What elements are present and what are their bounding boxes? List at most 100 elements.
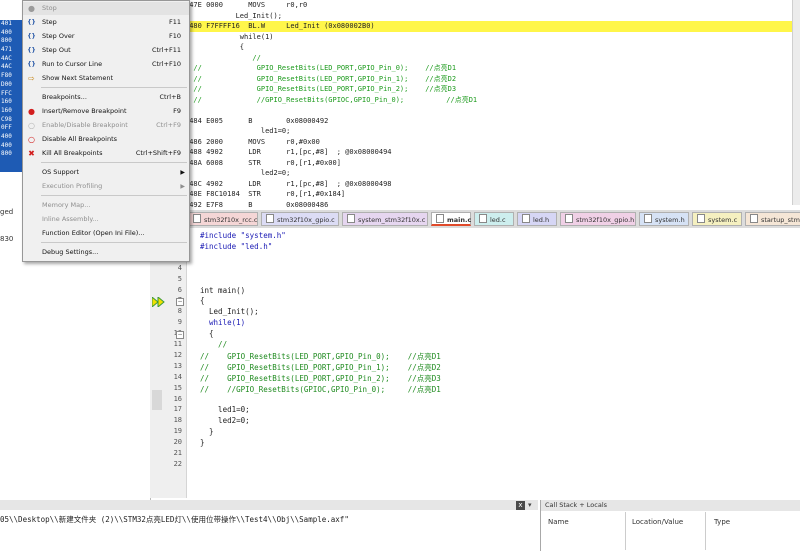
tab-led-c[interactable]: led.c — [474, 212, 514, 226]
register-row[interactable]: 0FF — [0, 124, 22, 133]
menu-item-step-over[interactable]: {} Step Over F10 — [23, 30, 189, 43]
disassembly-line[interactable]: 0488 4902 LDR r1,[pc,#8] ; @0x08000494 — [185, 147, 800, 158]
menu-item-function-editor-open-ini-file[interactable]: Function Editor (Open Ini File)... — [23, 227, 189, 240]
code-line[interactable]: } — [200, 438, 205, 447]
code-line[interactable]: { — [200, 329, 214, 338]
disassembly-line[interactable]: // GPIO_ResetBits(LED_PORT,GPIO_Pin_2); … — [185, 84, 800, 95]
fold-toggle-icon[interactable]: − — [176, 331, 184, 340]
disassembly-line[interactable]: 0486 2000 MOVS r0,#0x00 — [185, 137, 800, 148]
register-row[interactable]: F80 — [0, 72, 22, 81]
disassembly-line[interactable] — [185, 105, 800, 116]
disassembly-line[interactable]: 0484 E005 B 0x08000492 — [185, 116, 800, 127]
line-number[interactable]: 16 — [150, 395, 186, 403]
tab-led-h[interactable]: led.h — [517, 212, 557, 226]
line-number[interactable]: 4 — [150, 264, 186, 272]
disassembly-line[interactable]: { — [185, 42, 800, 53]
disassembly-line[interactable]: led1=0; — [185, 126, 800, 137]
menu-item-os-support[interactable]: OS Support ▶ — [23, 166, 189, 179]
column-header-type[interactable]: Type — [714, 518, 730, 526]
menu-item-run-to-cursor-line[interactable]: {} Run to Cursor Line Ctrl+F10 — [23, 58, 189, 71]
code-line[interactable]: led2=0; — [200, 416, 250, 425]
fold-toggle-icon[interactable]: − — [176, 298, 184, 307]
register-row[interactable]: 400 — [0, 29, 22, 38]
column-divider[interactable] — [705, 512, 706, 550]
register-row[interactable]: 800 — [0, 37, 22, 46]
current-instruction-line[interactable]: 0480 F7FFFF16 BL.W Led_Init (0x080002B0) — [185, 21, 800, 32]
line-number[interactable]: 8 — [150, 307, 186, 315]
close-icon[interactable]: x — [516, 501, 525, 510]
disassembly-window[interactable]: 047E 0000 MOVS r0,r0 Led_Init(); 0480 F7F… — [185, 0, 800, 209]
column-header-location[interactable]: Location/Value — [632, 518, 683, 526]
line-number[interactable]: 17 — [150, 405, 186, 413]
register-row[interactable]: 400 — [0, 133, 22, 142]
line-number[interactable]: 11 — [150, 340, 186, 348]
tab-system-c[interactable]: system.c — [692, 212, 742, 226]
menu-item-enable-disable-breakpoint[interactable]: ○ Enable/Disable Breakpoint Ctrl+F9 — [23, 119, 189, 132]
code-line[interactable]: // //GPIO_ResetBits(GPIOC,GPIO_Pin_0); /… — [200, 384, 441, 395]
menu-item-insert-remove-breakpoint[interactable]: ● Insert/Remove Breakpoint F9 — [23, 105, 189, 118]
register-row[interactable]: FFC — [0, 90, 22, 99]
menu-item-memory-map[interactable]: Memory Map... — [23, 199, 189, 212]
register-row[interactable]: 4AC — [0, 63, 22, 72]
disassembly-line[interactable]: 048E F8C10184 STR r0,[r1,#0x184] — [185, 189, 800, 200]
menu-item-stop[interactable]: ● Stop — [23, 2, 189, 15]
tab-system-stm32f10x-c[interactable]: system_stm32f10x.c — [342, 212, 428, 226]
line-number[interactable]: 19 — [150, 427, 186, 435]
register-row[interactable]: D00 — [0, 81, 22, 90]
line-number[interactable]: 5 — [150, 275, 186, 283]
disassembly-line[interactable]: Led_Init(); — [185, 11, 800, 22]
register-row[interactable]: 4AC — [0, 55, 22, 64]
pin-icon[interactable]: ▾ — [528, 501, 532, 509]
line-number[interactable]: 6 — [150, 286, 186, 294]
disassembly-line[interactable]: 047E 0000 MOVS r0,r0 — [185, 0, 800, 11]
menu-item-debug-settings[interactable]: Debug Settings... — [23, 246, 189, 259]
register-row[interactable]: 800 — [0, 150, 22, 159]
register-row[interactable]: 400 — [0, 142, 22, 151]
menu-item-step[interactable]: {} Step F11 — [23, 16, 189, 29]
disassembly-line[interactable]: while(1) — [185, 32, 800, 43]
code-line[interactable]: Led_Init(); — [200, 307, 259, 316]
tab-stm32f10x-rcc-c[interactable]: stm32f10x_rcc.c — [188, 212, 258, 226]
code-line[interactable]: // GPIO_ResetBits(LED_PORT,GPIO_Pin_2); … — [200, 373, 441, 384]
menu-item-step-out[interactable]: {} Step Out Ctrl+F11 — [23, 44, 189, 57]
line-number[interactable]: 14 — [150, 373, 186, 381]
register-row[interactable]: C98 — [0, 116, 22, 125]
tab-system-h[interactable]: system.h — [639, 212, 689, 226]
tab-main-c[interactable]: main.c — [431, 212, 471, 226]
code-line[interactable]: #include "system.h" — [200, 231, 286, 240]
line-number[interactable]: 21 — [150, 449, 186, 457]
code-line[interactable]: #include "led.h" — [200, 242, 272, 251]
register-row[interactable]: 471 — [0, 46, 22, 55]
line-number[interactable]: 12 — [150, 351, 186, 359]
tab-stm32f10x-gpio-c[interactable]: stm32f10x_gpio.c — [261, 212, 339, 226]
disassembly-line[interactable]: // //GPIO_ResetBits(GPIOC,GPIO_Pin_0); /… — [185, 95, 800, 106]
tab-stm32f10x-gpio-h[interactable]: stm32f10x_gpio.h — [560, 212, 636, 226]
menu-item-breakpoints[interactable]: Breakpoints... Ctrl+B — [23, 91, 189, 104]
code-line[interactable]: { — [200, 296, 205, 305]
code-line[interactable]: led1=0; — [200, 405, 250, 414]
disassembly-line[interactable]: 048C 4902 LDR r1,[pc,#8] ; @0x08000498 — [185, 179, 800, 190]
line-number[interactable]: 18 — [150, 416, 186, 424]
line-number[interactable]: 15 — [150, 384, 186, 392]
disassembly-line[interactable]: // GPIO_ResetBits(LED_PORT,GPIO_Pin_0); … — [185, 63, 800, 74]
line-number[interactable]: 22 — [150, 460, 186, 468]
menu-item-show-next-statement[interactable]: ⇨ Show Next Statement — [23, 72, 189, 85]
column-divider[interactable] — [625, 512, 626, 550]
code-line[interactable]: while(1) — [200, 318, 245, 327]
menu-item-kill-all-breakpoints[interactable]: ✖ Kill All Breakpoints Ctrl+Shift+F9 — [23, 147, 189, 160]
line-number[interactable]: 20 — [150, 438, 186, 446]
column-header-name[interactable]: Name — [548, 518, 569, 526]
register-row[interactable]: 160 — [0, 98, 22, 107]
code-line[interactable]: } — [200, 427, 214, 436]
menu-item-execution-profiling[interactable]: Execution Profiling ▶ — [23, 180, 189, 193]
menu-item-disable-all-breakpoints[interactable]: ○ Disable All Breakpoints — [23, 133, 189, 146]
tab-startup-stm3[interactable]: startup_stm3 — [745, 212, 800, 226]
menu-item-inline-assembly[interactable]: Inline Assembly... — [23, 213, 189, 226]
code-line[interactable]: // GPIO_ResetBits(LED_PORT,GPIO_Pin_0); … — [200, 351, 441, 362]
disassembly-line[interactable]: 0492 E7F8 B 0x08000486 — [185, 200, 800, 211]
disassembly-line[interactable]: led2=0; — [185, 168, 800, 179]
disassembly-line[interactable]: 048A 6008 STR r0,[r1,#0x00] — [185, 158, 800, 169]
line-number[interactable]: 9 — [150, 318, 186, 326]
disassembly-line[interactable]: // GPIO_ResetBits(LED_PORT,GPIO_Pin_1); … — [185, 74, 800, 85]
code-line[interactable]: // — [200, 340, 227, 349]
